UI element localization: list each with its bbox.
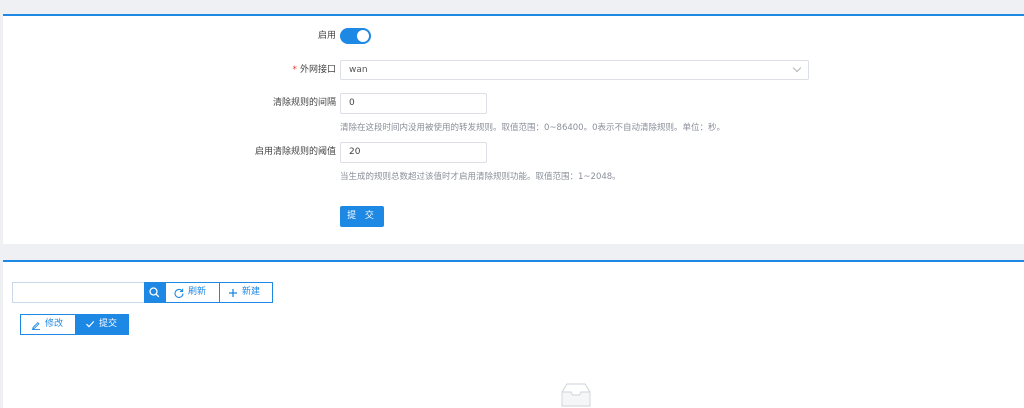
threshold-input[interactable]: 20: [340, 142, 487, 163]
wan-label: * 外网接口: [292, 60, 336, 80]
check-icon: [86, 320, 95, 328]
settings-card: 启用 * 外网接口 wan 清除规则的间隔 0 清除在这段时间内没用被使用的转发规…: [3, 14, 1024, 244]
edit-button[interactable]: 修改: [20, 314, 75, 335]
new-button[interactable]: 新建: [219, 282, 273, 303]
clear-interval-input[interactable]: 0: [340, 93, 487, 114]
threshold-hint: 当生成的规则总数超过该值时才启用清除规则功能。取值范围：1~2048。: [340, 172, 621, 182]
edit-icon: [32, 322, 40, 330]
submit-button[interactable]: 提 交: [340, 206, 384, 227]
plus-icon: [229, 289, 237, 297]
clear-interval-hint: 清除在这段时间内没用被使用的转发规则。取值范围：0~86400。0表示不自动清除…: [340, 123, 725, 133]
edit-label: 修改: [45, 319, 64, 329]
list-submit-button[interactable]: 提交: [75, 314, 129, 335]
chevron-down-icon: [792, 63, 802, 73]
enable-label: 启用: [317, 31, 336, 41]
enable-switch[interactable]: [340, 28, 371, 44]
wan-select-value: wan: [349, 65, 368, 75]
list-submit-label: 提交: [99, 319, 118, 329]
search-input[interactable]: [12, 282, 144, 303]
search-icon: [149, 287, 160, 298]
wan-select[interactable]: wan: [340, 60, 809, 80]
empty-inbox-icon: [561, 383, 591, 407]
new-label: 新建: [242, 287, 261, 297]
clear-interval-label: 清除规则的间隔: [272, 98, 336, 108]
refresh-icon: [174, 288, 184, 298]
wan-label-text: 外网接口: [299, 65, 336, 75]
required-mark: *: [292, 65, 297, 75]
refresh-button[interactable]: 刷新: [165, 282, 219, 303]
refresh-label: 刷新: [188, 287, 207, 297]
threshold-label: 启用清除规则的阈值: [254, 147, 336, 157]
search-button[interactable]: [144, 282, 165, 303]
switch-knob: [357, 30, 369, 42]
list-card: 刷新 新建 修改 提交: [3, 260, 1024, 408]
